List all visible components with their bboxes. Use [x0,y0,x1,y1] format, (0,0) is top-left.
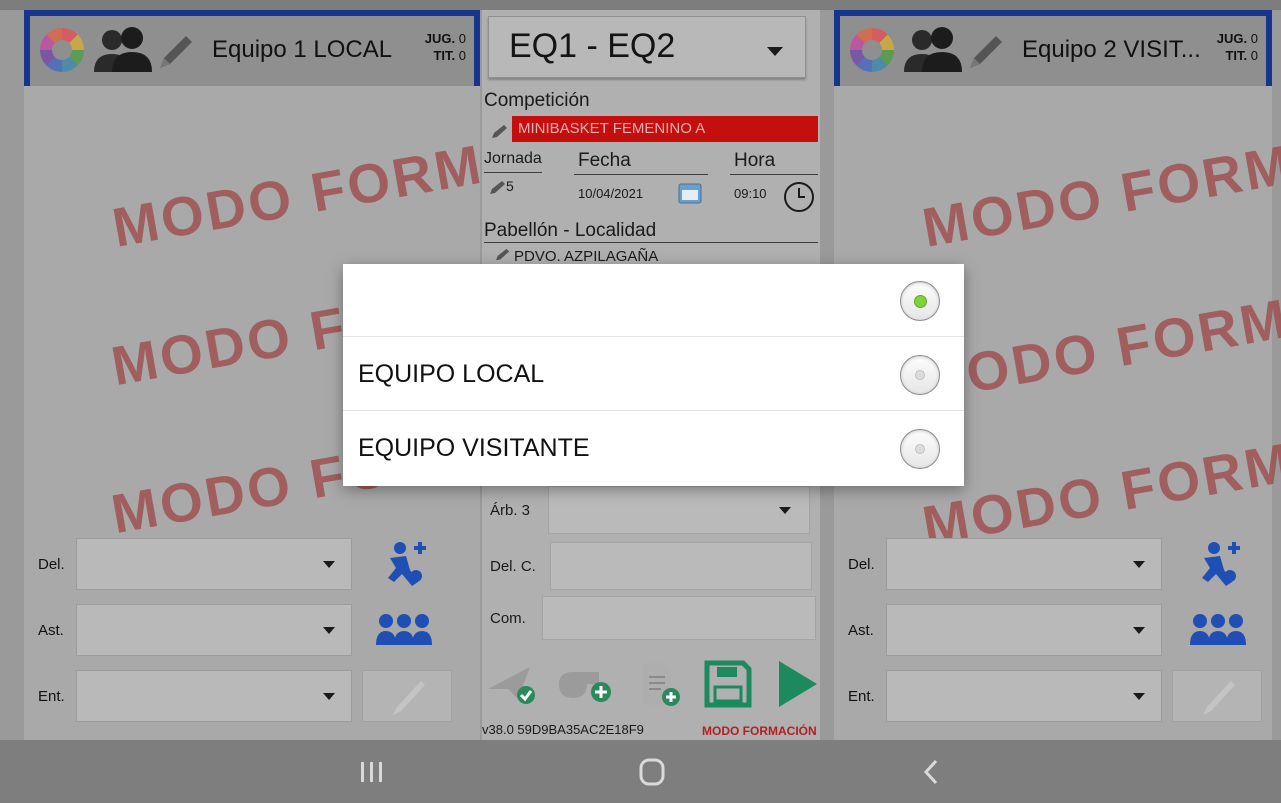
option-equipo-visitante[interactable]: EQUIPO VISITANTE [343,412,964,485]
option-equipo-local[interactable]: EQUIPO LOCAL [343,338,964,411]
team-selection-dialog: EQUIPO LOCAL EQUIPO VISITANTE [343,264,964,486]
recents-button[interactable] [342,754,402,790]
back-button[interactable] [902,754,962,790]
option-none[interactable] [343,264,964,337]
radio-dot [914,295,927,308]
recents-icon [361,762,382,782]
home-button[interactable] [622,754,682,790]
radio-button[interactable] [900,355,940,395]
radio-button[interactable] [900,429,940,469]
option-label: EQUIPO VISITANTE [358,434,590,462]
system-nav-bar [0,740,1281,803]
radio-dot [915,444,925,454]
radio-button-selected[interactable] [900,281,940,321]
option-label: EQUIPO LOCAL [358,360,545,388]
back-icon [923,759,938,785]
radio-dot [915,370,925,380]
home-icon [639,758,665,786]
